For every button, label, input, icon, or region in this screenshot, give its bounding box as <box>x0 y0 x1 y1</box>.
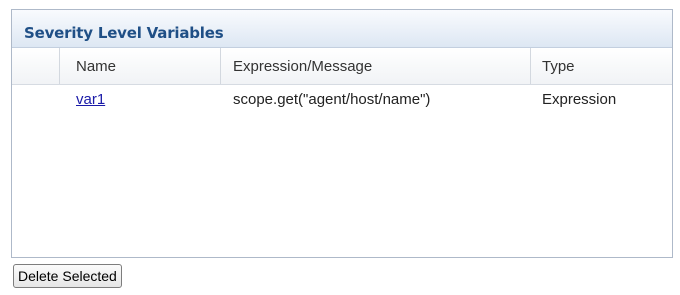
variable-name-link[interactable]: var1 <box>76 91 105 108</box>
column-header-type[interactable]: Type <box>542 58 575 75</box>
panel-header: Severity Level Variables <box>12 10 672 48</box>
column-separator <box>220 48 221 84</box>
delete-selected-button[interactable]: Delete Selected <box>13 264 122 288</box>
column-separator <box>530 48 531 84</box>
column-separator <box>59 48 60 84</box>
table-row[interactable]: var1 scope.get("agent/host/name") Expres… <box>12 85 672 115</box>
column-header-name[interactable]: Name <box>76 58 116 75</box>
variables-table: Name Expression/Message Type var1 scope.… <box>12 48 672 115</box>
variable-expression: scope.get("agent/host/name") <box>233 91 431 108</box>
panel-title: Severity Level Variables <box>24 24 224 42</box>
severity-variables-panel: Severity Level Variables Name Expression… <box>11 9 673 258</box>
variable-type: Expression <box>542 91 617 108</box>
column-header-expression[interactable]: Expression/Message <box>233 58 372 75</box>
table-header-row: Name Expression/Message Type <box>12 48 672 85</box>
